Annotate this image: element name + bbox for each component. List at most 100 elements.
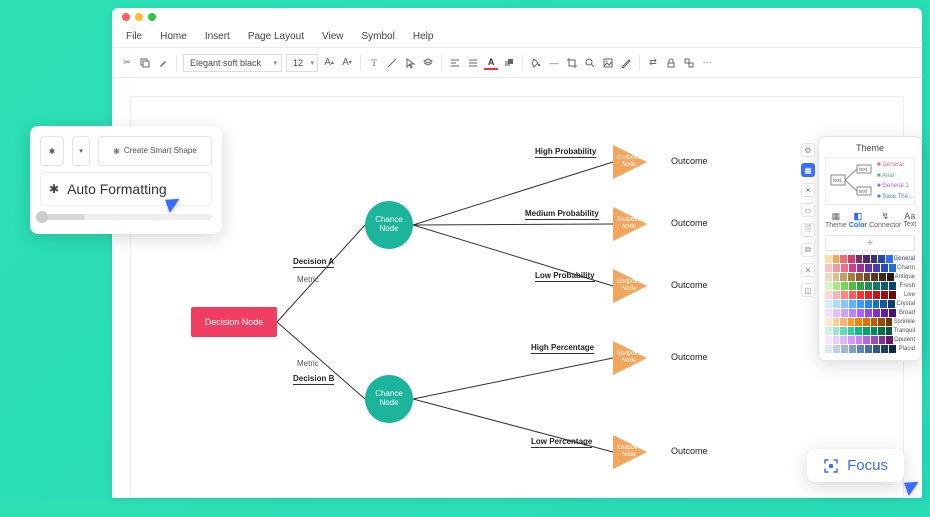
autoformat-icon-button[interactable]: ✱ [40, 136, 64, 166]
text-tool-icon[interactable]: T [367, 56, 381, 70]
menu-page-layout[interactable]: Page Layout [248, 31, 304, 42]
swatch[interactable] [871, 255, 878, 263]
swatch[interactable] [863, 255, 870, 263]
tab-color[interactable]: ◧Color [849, 209, 867, 231]
increase-font-icon[interactable]: A▴ [322, 56, 336, 70]
swatch[interactable] [873, 300, 880, 308]
create-smart-shape-button[interactable]: ❋ Create Smart Shape [98, 136, 212, 166]
menu-help[interactable]: Help [413, 31, 434, 42]
swatch[interactable] [871, 327, 878, 335]
swatch[interactable] [889, 309, 896, 317]
swatch[interactable] [857, 264, 864, 272]
swatch[interactable] [849, 291, 856, 299]
fill-bucket-icon[interactable] [529, 56, 543, 70]
swatch[interactable] [833, 318, 840, 326]
swatch[interactable] [871, 336, 878, 344]
swatch[interactable] [833, 327, 840, 335]
swatch[interactable] [841, 264, 848, 272]
swatch[interactable] [848, 336, 855, 344]
swatch[interactable] [863, 336, 870, 344]
swatch[interactable] [840, 273, 847, 281]
swatch[interactable] [873, 345, 880, 353]
menu-file[interactable]: File [126, 31, 142, 42]
paintbrush-icon[interactable] [156, 56, 170, 70]
swatch[interactable] [849, 300, 856, 308]
swatch[interactable] [873, 282, 880, 290]
crop-icon[interactable] [565, 56, 579, 70]
swatch[interactable] [865, 291, 872, 299]
swatch[interactable] [833, 282, 840, 290]
font-select[interactable]: Elegant soft black [183, 54, 282, 72]
swatch[interactable] [865, 300, 872, 308]
swatch[interactable] [865, 282, 872, 290]
swatch[interactable] [825, 327, 832, 335]
swatch[interactable] [825, 282, 832, 290]
swatch[interactable] [863, 318, 870, 326]
swatch[interactable] [825, 255, 832, 263]
palette-row[interactable]: General [825, 255, 915, 263]
swatch[interactable] [887, 273, 894, 281]
decrease-font-icon[interactable]: A▾ [340, 56, 354, 70]
menu-view[interactable]: View [322, 31, 344, 42]
swatch[interactable] [886, 327, 893, 335]
swatch[interactable] [857, 282, 864, 290]
swatch[interactable] [889, 264, 896, 272]
rail-flow-icon[interactable]: ⧉ [801, 243, 815, 257]
rail-chart-icon[interactable]: ◫ [801, 283, 815, 297]
swatch[interactable] [881, 291, 888, 299]
swatch[interactable] [886, 255, 893, 263]
swatch[interactable] [881, 345, 888, 353]
swatch[interactable] [865, 264, 872, 272]
line-style-icon[interactable]: ― [547, 56, 561, 70]
tab-theme[interactable]: ▦Theme [825, 209, 847, 231]
copy-icon[interactable] [138, 56, 152, 70]
swatch[interactable] [878, 255, 885, 263]
endpoint-node[interactable]: Endpoint Node [613, 145, 647, 179]
swatch[interactable] [855, 327, 862, 335]
swatch[interactable] [848, 255, 855, 263]
swatch[interactable] [881, 309, 888, 317]
more-icon[interactable]: ⋯ [700, 56, 714, 70]
swatch[interactable] [856, 273, 863, 281]
swatch[interactable] [856, 336, 863, 344]
pointer-tool-icon[interactable] [403, 56, 417, 70]
palette-row[interactable]: Tranquil [825, 327, 915, 335]
swatch[interactable] [873, 309, 880, 317]
swatch[interactable] [857, 291, 864, 299]
swatch[interactable] [833, 336, 840, 344]
swatch[interactable] [857, 300, 864, 308]
minimize-icon[interactable] [135, 13, 143, 21]
align-distribute-icon[interactable] [466, 56, 480, 70]
auto-format-slider[interactable] [40, 214, 212, 220]
swatch[interactable] [879, 336, 886, 344]
chance-node-b[interactable]: Chance Node [365, 375, 413, 423]
swatch[interactable] [879, 273, 886, 281]
swatch[interactable] [848, 318, 855, 326]
rail-sun-icon[interactable]: ☀ [801, 183, 815, 197]
swatch[interactable] [863, 327, 870, 335]
swatch[interactable] [825, 336, 832, 344]
font-color-icon[interactable]: A [484, 56, 498, 70]
swatch[interactable] [889, 282, 896, 290]
search-icon[interactable] [583, 56, 597, 70]
palette-row[interactable]: Live [825, 291, 915, 299]
swatch[interactable] [840, 336, 847, 344]
menu-symbol[interactable]: Symbol [362, 31, 395, 42]
swatch[interactable] [873, 291, 880, 299]
palette-row[interactable]: Crystal [825, 300, 915, 308]
swatch[interactable] [865, 345, 872, 353]
swatch[interactable] [841, 282, 848, 290]
palette-row[interactable]: Charm [825, 264, 915, 272]
group-icon[interactable] [682, 56, 696, 70]
endpoint-node[interactable]: Endpoint Node [613, 207, 647, 241]
palette-row[interactable]: Sprinkle [825, 318, 915, 326]
swatch[interactable] [849, 345, 856, 353]
swatch[interactable] [848, 273, 855, 281]
swatch[interactable] [833, 273, 840, 281]
picture-icon[interactable] [601, 56, 615, 70]
swatch[interactable] [881, 282, 888, 290]
autoformat-dropdown[interactable]: ▾ [72, 136, 90, 166]
close-icon[interactable] [122, 13, 130, 21]
rail-theme-icon[interactable]: ▦ [801, 163, 815, 177]
swatch[interactable] [880, 300, 887, 308]
